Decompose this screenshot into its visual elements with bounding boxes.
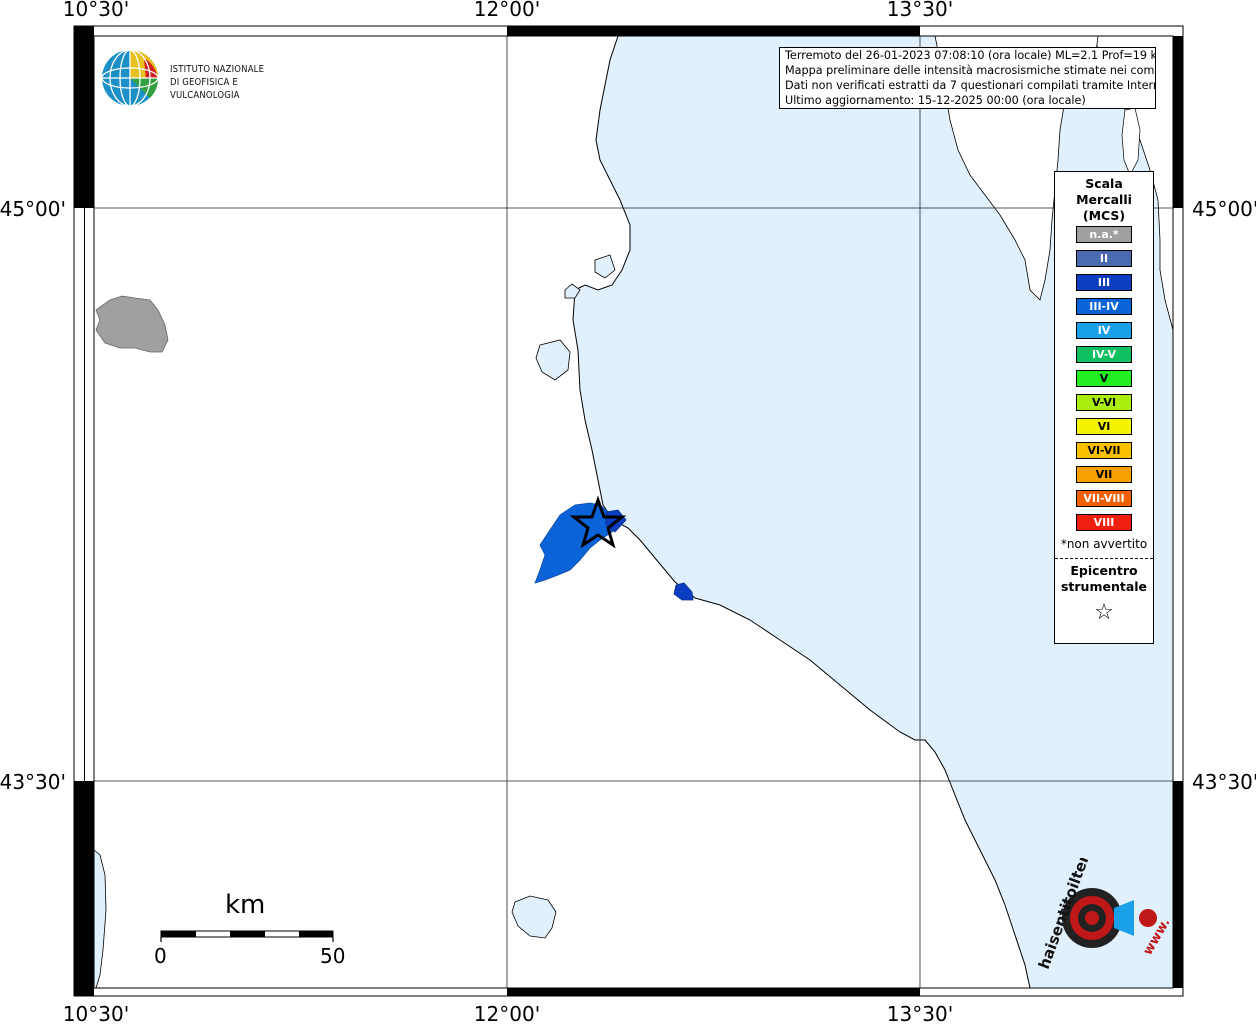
info-box: Terremoto del 26-01-2023 07:08:10 (ora l… bbox=[779, 47, 1156, 109]
legend: Scala Mercalli (MCS) n.a.* II III III-IV IV I… bbox=[1054, 171, 1154, 644]
info-line4: Ultimo aggiornamento: 15-12-2025 00:00 (… bbox=[785, 94, 1086, 107]
legend-swatch-n-a: n.a.* bbox=[1076, 226, 1132, 243]
lon-tick-left-bottom: 10°30' bbox=[63, 1002, 129, 1024]
lon-tick-right-top: 13°30' bbox=[887, 0, 953, 21]
legend-swatch-vii-viii: VII-VIII bbox=[1076, 490, 1132, 507]
info-line2: Mappa preliminare delle intensità macros… bbox=[785, 64, 1156, 77]
legend-title-line3: (MCS) bbox=[1082, 208, 1126, 223]
legend-title-line1: Scala bbox=[1085, 176, 1123, 191]
legend-separator bbox=[1055, 558, 1153, 559]
legend-swatch-vi-vii: VI-VII bbox=[1076, 442, 1132, 459]
lon-tick-right-bottom: 13°30' bbox=[887, 1002, 953, 1024]
epicenter-line2: strumentale bbox=[1060, 579, 1148, 594]
lon-tick-mid-bottom: 12°00' bbox=[474, 1002, 540, 1024]
legend-swatch-iii-iv: III-IV bbox=[1076, 298, 1132, 315]
lat-tick-bottom-left: 43°30' bbox=[0, 770, 66, 794]
ingv-logo: ISTITUTO NAZIONALE DI GEOFISICA E VULCAN… bbox=[100, 48, 330, 110]
legend-swatch-v: V bbox=[1076, 370, 1132, 387]
info-line3: Dati non verificati estratti da 7 questi… bbox=[785, 79, 1156, 92]
ingv-line1: ISTITUTO NAZIONALE bbox=[170, 64, 265, 75]
legend-swatch-vii: VII bbox=[1076, 466, 1132, 483]
legend-title: Scala Mercalli (MCS) bbox=[1055, 176, 1153, 224]
info-line1: Terremoto del 26-01-2023 07:08:10 (ora l… bbox=[785, 49, 1156, 62]
scale-max-label: 50 bbox=[320, 944, 346, 968]
lon-tick-mid-top: 12°00' bbox=[474, 0, 540, 21]
legend-swatch-iii: III bbox=[1076, 274, 1132, 291]
haisentito-logo: haisentitoilterremoto.it www. bbox=[1030, 778, 1174, 978]
scale-unit: km bbox=[225, 890, 266, 920]
lon-tick-left-top: 10°30' bbox=[63, 0, 129, 21]
legend-swatch-iv-v: IV-V bbox=[1076, 346, 1132, 363]
legend-swatch-iv: IV bbox=[1076, 322, 1132, 339]
lat-tick-top-left: 45°00' bbox=[0, 197, 66, 221]
legend-note: *non avvertito bbox=[1060, 537, 1148, 551]
globe-icon bbox=[101, 49, 159, 107]
scale-min-label: 0 bbox=[154, 944, 167, 968]
legend-swatch-vi: VI bbox=[1076, 418, 1132, 435]
legend-swatch-v-vi: V-VI bbox=[1076, 394, 1132, 411]
legend-items: n.a.* II III III-IV IV IV-V V V-VI VI VI-VII VII VI… bbox=[1055, 226, 1153, 531]
epicenter-line1: Epicentro bbox=[1070, 563, 1138, 578]
ingv-logo-text: ISTITUTO NAZIONALE DI GEOFISICA E VULCAN… bbox=[170, 63, 306, 102]
ingv-line2: DI GEOFISICA E VULCANOLOGIA bbox=[170, 77, 240, 101]
legend-swatch-ii: II bbox=[1076, 250, 1132, 267]
legend-swatch-viii: VIII bbox=[1076, 514, 1132, 531]
epicenter-legend-title: Epicentro strumentale bbox=[1055, 563, 1153, 595]
legend-title-line2: Mercalli bbox=[1076, 192, 1132, 207]
epicenter-star-icon: ☆ bbox=[1094, 600, 1114, 625]
lat-tick-bottom-right: 43°30' bbox=[1192, 770, 1256, 794]
lat-tick-top-right: 45°00' bbox=[1192, 197, 1256, 221]
